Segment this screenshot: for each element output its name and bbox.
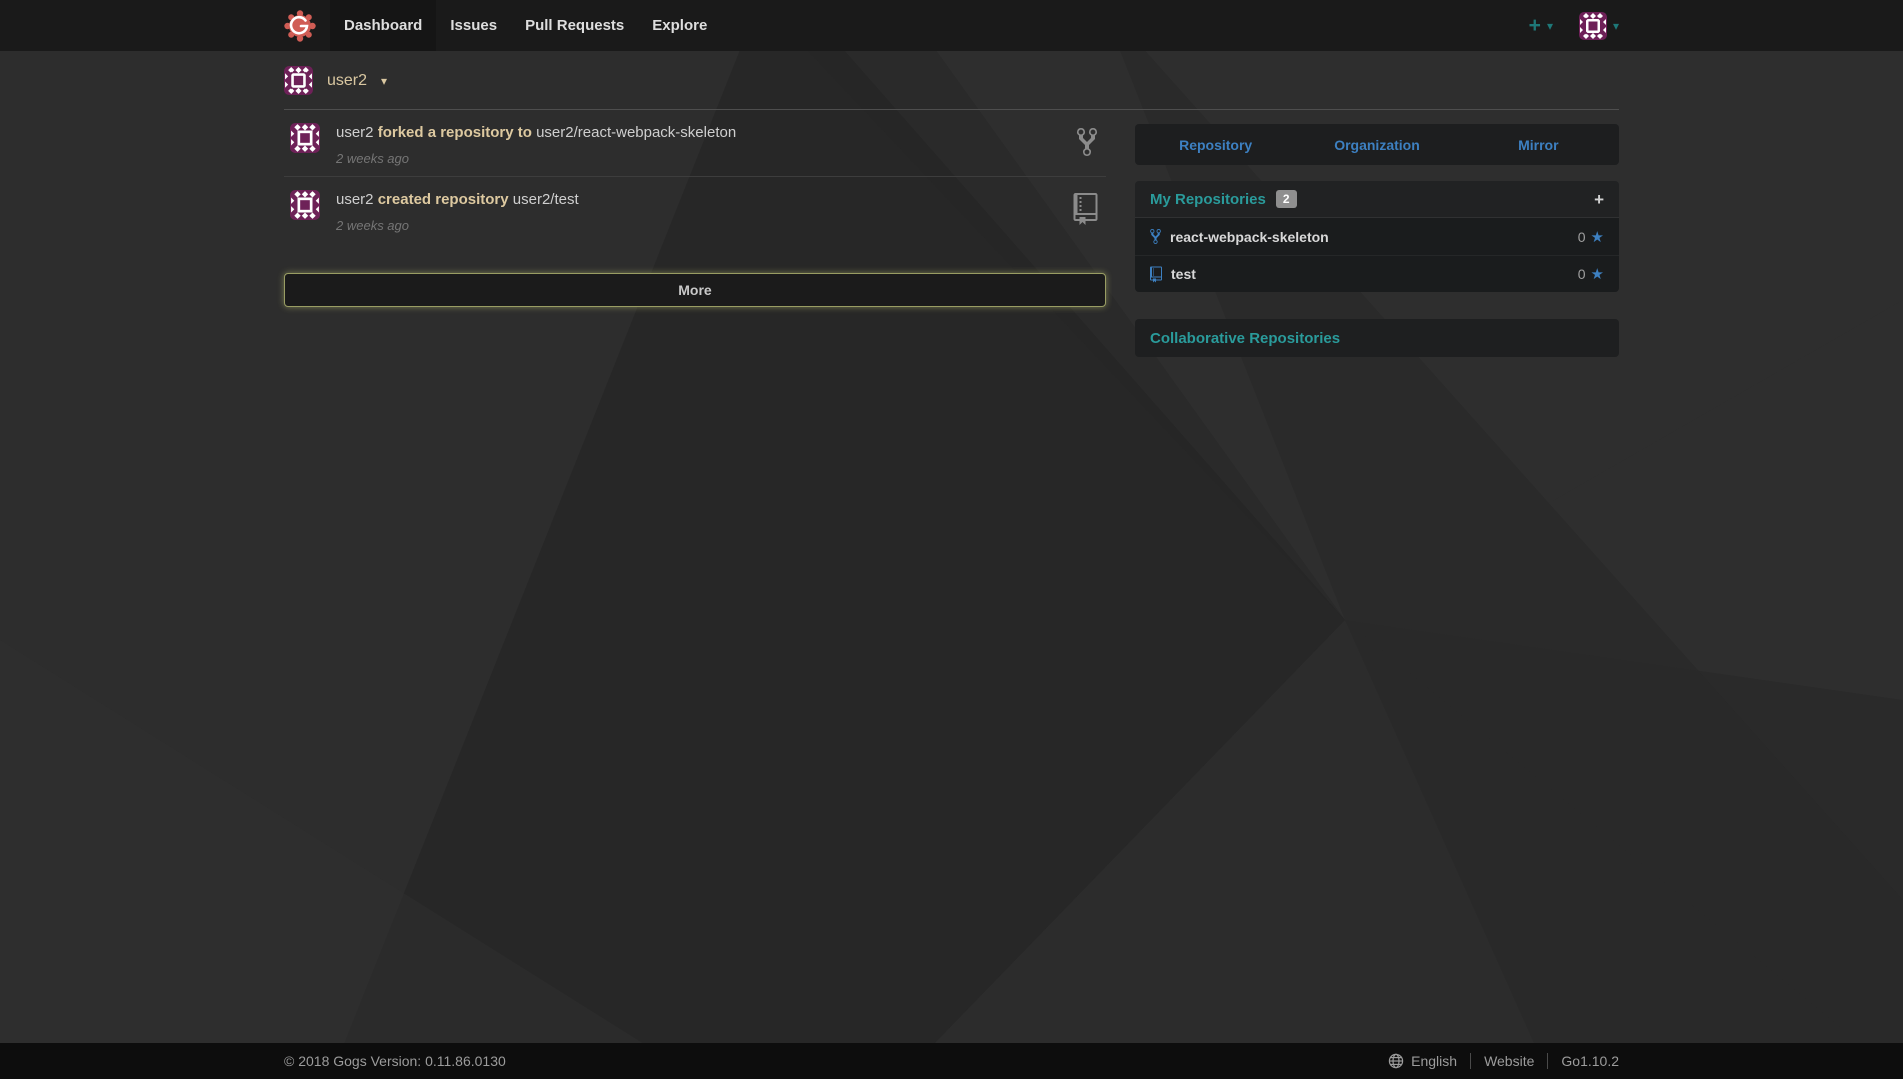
website-label: Website <box>1484 1053 1534 1069</box>
collaborative-repositories-title[interactable]: Collaborative Repositories <box>1150 330 1340 347</box>
fork-icon <box>1076 126 1098 163</box>
website-link[interactable]: Website <box>1470 1053 1547 1069</box>
context-user-switcher[interactable]: user2 ▾ <box>284 51 387 95</box>
feed-item: user2 created repository user2/test 2 we… <box>284 176 1106 243</box>
more-button[interactable]: More <box>284 273 1106 307</box>
go-version-text: Go1.10.2 <box>1547 1053 1619 1069</box>
star-count: 0 <box>1578 266 1586 282</box>
feed-actor-link[interactable]: user2 <box>336 124 374 141</box>
create-new-dropdown[interactable]: + ▾ <box>1529 15 1553 36</box>
repo-book-icon <box>1073 193 1098 230</box>
plus-icon: + <box>1529 15 1541 36</box>
page-footer: © 2018 Gogs Version: 0.11.86.0130 Englis… <box>0 1043 1903 1079</box>
star-icon: ★ <box>1591 265 1604 283</box>
fork-icon <box>1150 228 1161 245</box>
chevron-down-icon: ▾ <box>381 74 387 88</box>
my-repositories-header: My Repositories 2 + <box>1135 181 1619 218</box>
activity-feed: user2 forked a repository to user2/react… <box>284 110 1106 307</box>
repo-list-item[interactable]: test 0 ★ <box>1135 255 1619 292</box>
nav-item-dashboard[interactable]: Dashboard <box>330 0 436 51</box>
nav-item-explore[interactable]: Explore <box>638 0 721 51</box>
repo-list-item[interactable]: react-webpack-skeleton 0 ★ <box>1135 218 1619 255</box>
repo-count-badge: 2 <box>1276 190 1297 208</box>
language-selector[interactable]: English <box>1375 1053 1470 1069</box>
collaborative-repositories-panel: Collaborative Repositories <box>1135 319 1619 357</box>
star-count: 0 <box>1578 229 1586 245</box>
context-user-name: user2 <box>327 72 367 90</box>
gogs-logo[interactable] <box>284 10 316 42</box>
my-repositories-title[interactable]: My Repositories <box>1150 191 1266 208</box>
globe-icon <box>1388 1053 1404 1069</box>
gogs-logo-icon <box>284 10 316 42</box>
avatar <box>284 66 313 95</box>
language-label: English <box>1411 1053 1457 1069</box>
dashboard-main: user2 ▾ <box>284 51 1619 1043</box>
feed-action-text: created repository <box>378 191 509 208</box>
repo-name: test <box>1171 266 1196 282</box>
repo-book-icon <box>1150 266 1162 283</box>
star-icon: ★ <box>1591 228 1604 246</box>
new-repo-plus-icon[interactable]: + <box>1594 191 1604 208</box>
dashboard-sidebar: Repository Organization Mirror My Reposi… <box>1135 110 1619 357</box>
feed-timestamp: 2 weeks ago <box>336 218 1073 233</box>
feed-item: user2 forked a repository to user2/react… <box>284 110 1106 176</box>
chevron-down-icon: ▾ <box>1547 19 1553 33</box>
repo-type-tabbar: Repository Organization Mirror <box>1135 124 1619 165</box>
feed-target-repo-link[interactable]: user2/test <box>513 191 579 208</box>
tab-mirror[interactable]: Mirror <box>1458 124 1619 165</box>
feed-actor-link[interactable]: user2 <box>336 191 374 208</box>
avatar <box>1579 12 1607 40</box>
feed-timestamp: 2 weeks ago <box>336 151 1076 166</box>
my-repositories-panel: My Repositories 2 + react-webpack-skelet… <box>1135 181 1619 292</box>
go-version-label: Go1.10.2 <box>1561 1053 1619 1069</box>
avatar[interactable] <box>290 190 320 220</box>
nav-item-pull-requests[interactable]: Pull Requests <box>511 0 638 51</box>
feed-action-text: forked a repository to <box>378 124 532 141</box>
feed-target-repo-link[interactable]: user2/react-webpack-skeleton <box>536 124 736 141</box>
chevron-down-icon: ▾ <box>1613 19 1619 33</box>
copyright-text: © 2018 Gogs Version: 0.11.86.0130 <box>284 1053 506 1069</box>
tab-organization[interactable]: Organization <box>1296 124 1457 165</box>
repo-name: react-webpack-skeleton <box>1170 229 1329 245</box>
tab-repository[interactable]: Repository <box>1135 124 1296 165</box>
avatar[interactable] <box>290 123 320 153</box>
user-menu-dropdown[interactable]: ▾ <box>1579 12 1619 40</box>
nav-item-issues[interactable]: Issues <box>436 0 511 51</box>
top-navbar: Dashboard Issues Pull Requests Explore +… <box>0 0 1903 51</box>
